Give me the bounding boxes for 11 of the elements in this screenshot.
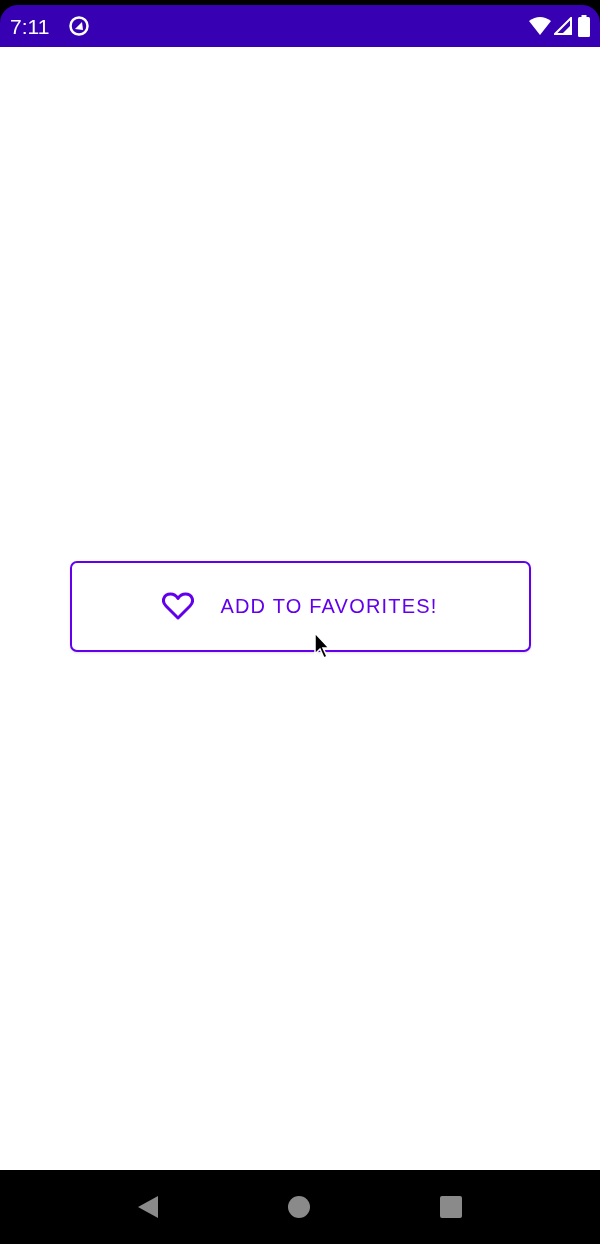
notification-icon (68, 15, 91, 37)
heart-icon (162, 592, 195, 620)
battery-icon (578, 15, 590, 37)
signal-icon (554, 17, 572, 35)
home-icon[interactable] (287, 1195, 311, 1219)
wifi-icon (529, 17, 551, 35)
mouse-cursor-icon (314, 632, 330, 660)
add-to-favorites-button[interactable]: ADD TO FAVORITES! (69, 560, 531, 652)
clock-time: 7:11 (10, 15, 50, 37)
back-icon[interactable] (137, 1195, 159, 1219)
recents-icon[interactable] (439, 1195, 463, 1219)
